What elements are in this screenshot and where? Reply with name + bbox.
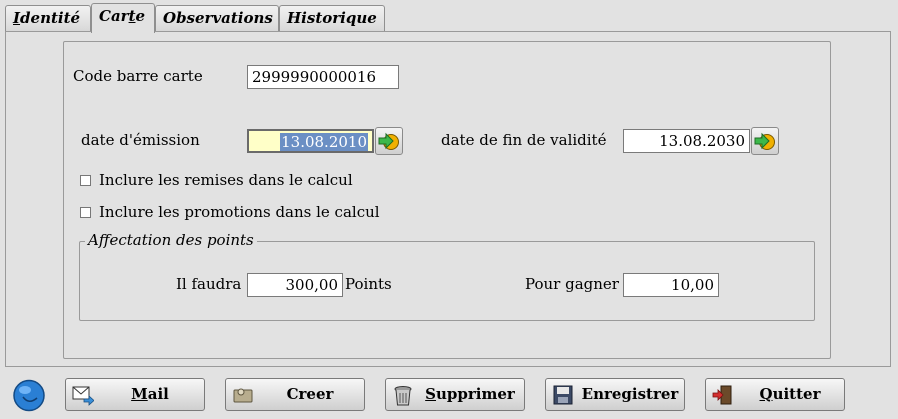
points-needed-field[interactable]: 300,00 bbox=[247, 273, 343, 297]
tab-identite-accel: I bbox=[13, 9, 21, 27]
mail-icon bbox=[72, 384, 95, 406]
delete-button-label: Supprimer bbox=[416, 379, 524, 410]
delete-rest: upprimer bbox=[436, 385, 515, 403]
quit-accel: Q bbox=[759, 385, 773, 403]
mail-button[interactable]: Mail bbox=[65, 378, 205, 411]
quit-rest: uitter bbox=[772, 385, 821, 403]
create-button[interactable]: Creer bbox=[225, 378, 365, 411]
exit-door-icon bbox=[712, 384, 734, 406]
tab-observations[interactable]: Observations bbox=[155, 5, 279, 31]
delete-button[interactable]: Supprimer bbox=[385, 378, 525, 411]
mail-rest: ail bbox=[147, 385, 169, 403]
tab-historique[interactable]: Historique bbox=[279, 5, 385, 31]
help-globe-icon bbox=[13, 379, 45, 412]
save-button[interactable]: Enregistrer bbox=[545, 378, 685, 411]
delete-accel: S bbox=[425, 385, 437, 403]
floppy-icon bbox=[552, 384, 574, 406]
points-earn-label: Pour gagner bbox=[525, 275, 619, 293]
tab-observations-label: Observations bbox=[163, 9, 273, 27]
help-button[interactable] bbox=[12, 379, 46, 412]
points-needed-label: Il faudra bbox=[176, 275, 242, 293]
include-discounts-label: Inclure les remises dans le calcul bbox=[99, 171, 353, 189]
arrow-go-icon bbox=[754, 132, 775, 150]
save-button-label: Enregistrer bbox=[581, 385, 679, 403]
expiry-date-field[interactable]: 13.08.2030 bbox=[623, 129, 750, 153]
trash-icon bbox=[392, 384, 414, 406]
tab-identite[interactable]: Identité bbox=[5, 5, 91, 31]
mail-accel: M bbox=[131, 385, 148, 403]
quit-button[interactable]: Quitter bbox=[705, 378, 845, 411]
tab-carte-accel: t bbox=[128, 7, 136, 25]
expiry-date-label: date de fin de validité bbox=[441, 131, 607, 149]
include-promotions-checkbox[interactable] bbox=[80, 207, 91, 218]
include-discounts-checkbox[interactable] bbox=[80, 175, 91, 186]
issue-date-value: 13.08.2010 bbox=[280, 133, 368, 151]
issue-date-picker-button[interactable] bbox=[375, 127, 403, 155]
tab-carte[interactable]: Carte bbox=[91, 3, 155, 33]
issue-date-label: date d'émission bbox=[81, 131, 200, 149]
tab-historique-label: Historique bbox=[287, 9, 377, 27]
points-group-legend: Affectation des points bbox=[85, 231, 257, 249]
tab-carte-label-rest: e bbox=[135, 7, 146, 25]
expiry-date-picker-button[interactable] bbox=[751, 127, 779, 155]
barcode-label: Code barre carte bbox=[73, 67, 203, 85]
quit-button-label: Quitter bbox=[736, 379, 844, 410]
include-promotions-label: Inclure les promotions dans le calcul bbox=[99, 203, 380, 221]
issue-date-field[interactable]: 13.08.2010 bbox=[247, 129, 374, 153]
mail-button-label: Mail bbox=[96, 379, 204, 410]
arrow-go-icon bbox=[378, 132, 399, 150]
card-icon bbox=[232, 384, 254, 406]
create-button-label: Creer bbox=[286, 385, 334, 403]
tab-identite-label: dentité bbox=[20, 9, 81, 27]
points-unit-label: Points bbox=[345, 275, 392, 293]
points-earn-field[interactable]: 10,00 bbox=[623, 273, 719, 297]
tab-carte-label-pre: Car bbox=[99, 7, 129, 25]
barcode-field[interactable]: 2999990000016 bbox=[247, 65, 399, 89]
